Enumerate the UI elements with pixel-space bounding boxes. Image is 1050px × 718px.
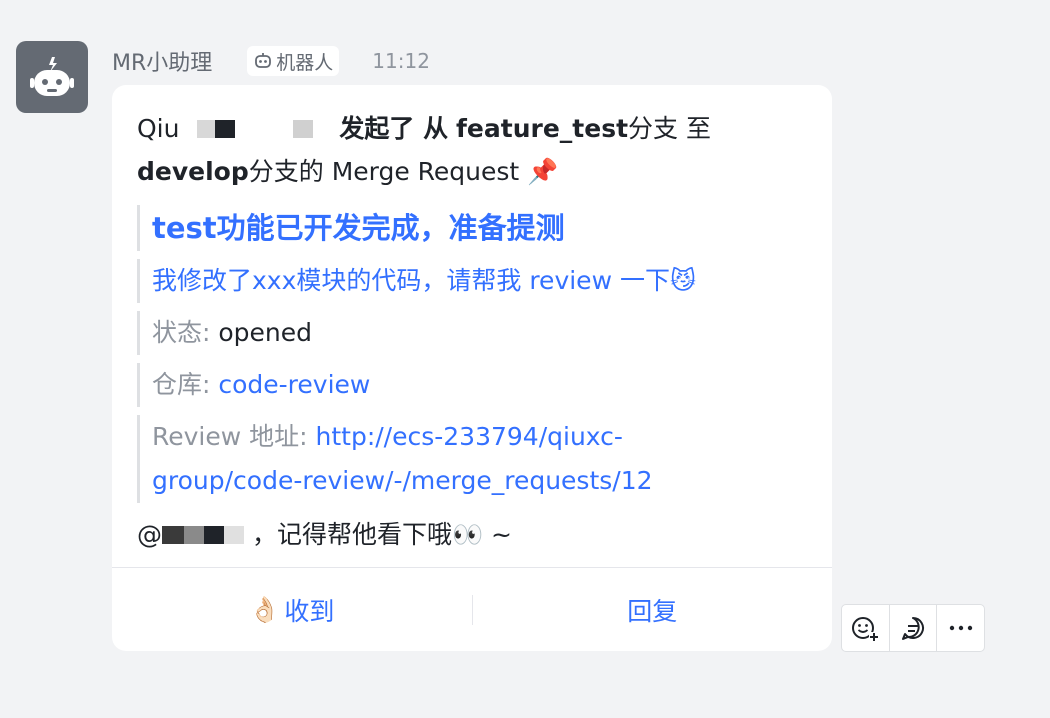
redacted-name [187,120,197,138]
add-reaction-icon [852,617,880,642]
mr-status-row: 状态: opened [137,311,817,355]
redacted-block [215,120,236,138]
eyes-emoji: 👀 [451,520,484,549]
status-label: 状态: [152,318,219,347]
card-actions: 👌🏻 收到 回复 [112,568,832,651]
ack-button[interactable]: 👌🏻 收到 [112,592,472,628]
sender-name[interactable]: MR小助理 [112,45,212,77]
mr-repo-row: 仓库: code-review [137,363,817,407]
review-label: Review 地址: [152,422,316,451]
redacted-block [197,120,216,138]
reply-button[interactable]: 回复 [473,592,833,628]
redacted-block [204,526,224,544]
robot-badge-icon [255,53,272,68]
reply-label: 回复 [627,596,678,626]
mr-notification-card: Qiu 发起了 从 feature_test分支 至 develop分支的 Me… [112,85,832,651]
mention-at: @ [137,520,162,549]
more-icon [949,625,972,631]
source-branch: feature_test [456,114,629,143]
ack-label: 收到 [284,596,335,626]
mention-suffix: ~ [483,520,513,549]
mr-summary-line-1: Qiu 发起了 从 feature_test分支 至 [137,107,817,150]
add-reaction-button[interactable] [842,605,890,651]
mention-line: @ ，记得帮他看下哦👀 ~ [137,513,817,556]
redacted-block [313,120,331,138]
redacted-block [224,526,244,544]
cat-emoji: 😼 [669,266,697,295]
mention-text: ，记得帮他看下哦 [251,520,452,549]
author-name: Qiu [137,114,180,143]
review-url-link-continued[interactable]: group/code-review/-/merge_requests/12 [152,466,653,495]
target-branch: develop [137,157,249,186]
mr-description: 我修改了xxx模块的代码，请帮我 review 一下😼 [137,259,817,303]
more-button[interactable] [937,605,984,651]
robot-icon [30,57,74,96]
mr-title[interactable]: test功能已开发完成，准备提测 [137,205,817,251]
pin-emoji: 📌 [527,157,559,186]
redacted-block [184,526,204,544]
mr-summary-line-2: develop分支的 Merge Request 📌 [137,150,817,193]
repo-label: 仓库: [152,370,219,399]
mr-review-url-row: Review 地址: http://ecs-233794/qiuxc- grou… [137,415,817,503]
branch-to-text: 分支 至 [628,114,711,143]
bot-badge: 机器人 [247,46,340,76]
review-url-link[interactable]: http://ecs-233794/qiuxc- [316,422,623,451]
ok-hand-emoji: 👌🏻 [249,594,281,624]
message-hover-toolbar [841,604,985,652]
bot-badge-label: 机器人 [276,51,334,74]
redacted-block [235,120,293,138]
message-header: MR小助理 机器人 11:12 [112,44,430,78]
redacted-block [293,120,314,138]
thread-reply-icon [902,617,924,640]
branch-mr-text: 分支的 Merge Request [248,157,520,186]
redacted-block [162,526,184,544]
bot-avatar[interactable] [16,41,88,113]
thread-reply-button[interactable] [890,605,938,651]
initiated-text: 发起了 从 [339,114,449,143]
message-time: 11:12 [372,49,430,73]
repo-link[interactable]: code-review [218,370,370,399]
status-value: opened [218,318,313,347]
